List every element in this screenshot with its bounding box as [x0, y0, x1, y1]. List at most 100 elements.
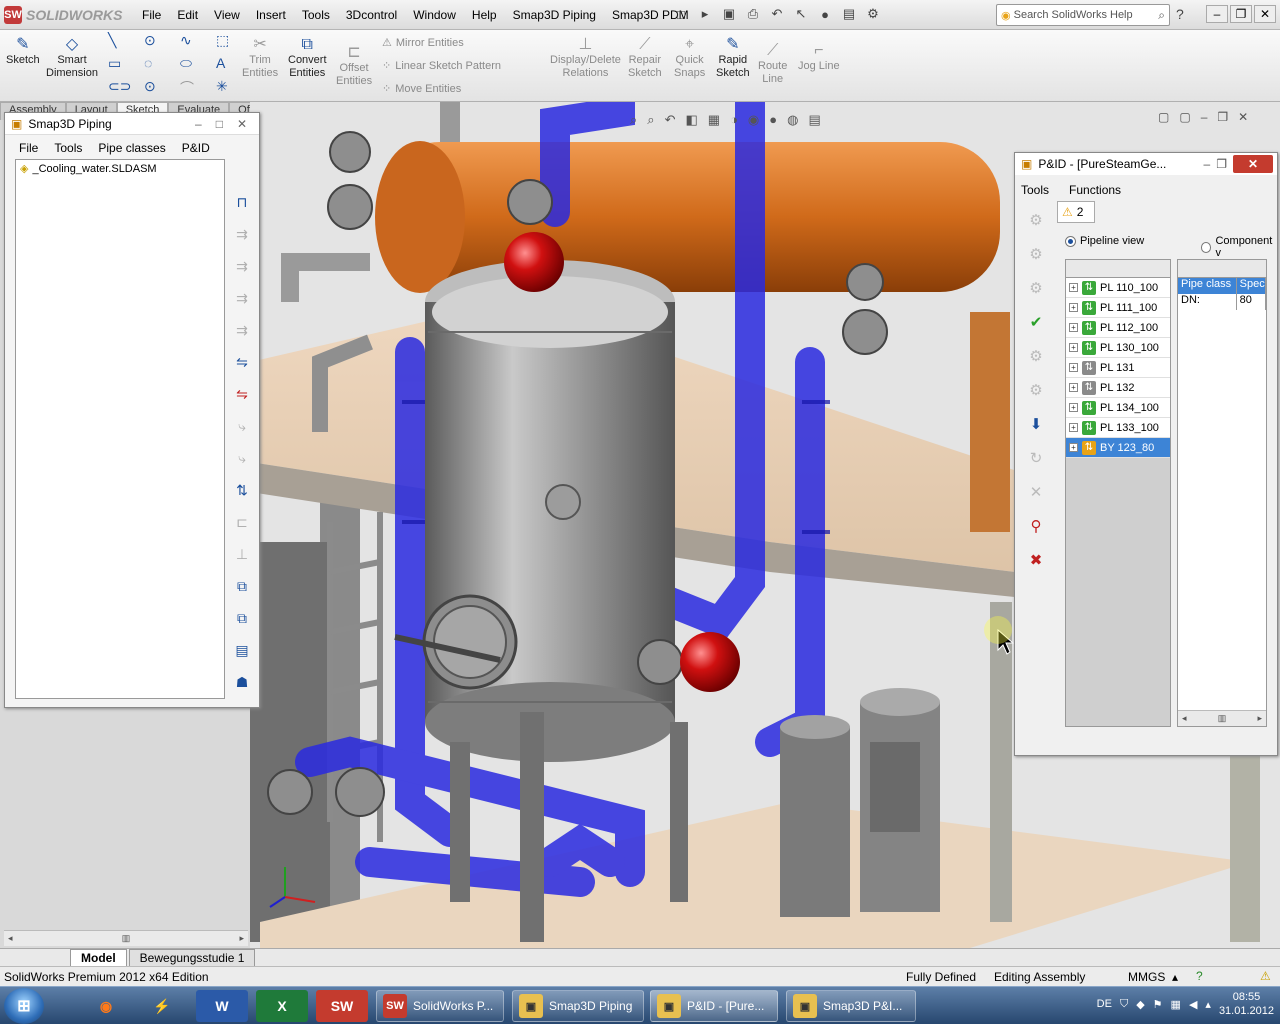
menu-edit[interactable]: Edit: [169, 6, 206, 24]
export-icon[interactable]: ⬇: [1024, 411, 1048, 437]
scroll-right-icon[interactable]: ▸: [1257, 713, 1262, 724]
volume-icon[interactable]: ◀: [1189, 998, 1197, 1011]
zoom-fit-icon[interactable]: ⌕: [630, 112, 637, 128]
tree-scroll-thumb-icon[interactable]: ▥: [122, 933, 131, 944]
notification-icon[interactable]: ⚠: [1260, 969, 1271, 983]
scene-icon[interactable]: ◍: [787, 112, 798, 128]
smap-menu-pipe-classes[interactable]: Pipe classes: [90, 141, 173, 155]
jog-line-button[interactable]: ⌐ Jog Line: [798, 40, 840, 73]
display-delete-relations-button[interactable]: ⊥ Display/Delete Relations: [550, 34, 621, 80]
expand-icon[interactable]: +: [1069, 383, 1078, 392]
start-button[interactable]: ⊞: [4, 988, 44, 1024]
expand-icon[interactable]: +: [1069, 323, 1078, 332]
scroll-thumb-icon[interactable]: ▥: [1218, 713, 1227, 724]
rebuild-help-icon[interactable]: ?: [1196, 969, 1203, 983]
ellipse-icon[interactable]: ⬭: [180, 55, 192, 72]
pipe-tool-10-icon[interactable]: ⊏: [231, 509, 253, 535]
pipeline-item[interactable]: + ⇅ BY 123_80: [1066, 438, 1170, 458]
table-row[interactable]: DN: 80: [1178, 294, 1266, 310]
rapid-sketch-button[interactable]: ✎ Rapid Sketch: [716, 34, 750, 80]
pipe-tool-15-icon[interactable]: ☗: [231, 669, 253, 695]
pid-menu-functions[interactable]: Functions: [1069, 183, 1121, 197]
unlink-icon[interactable]: ✖: [1024, 547, 1048, 573]
pipeline-item[interactable]: + ⇅ PL 134_100: [1066, 398, 1170, 418]
offset-entities-button[interactable]: ⊏ Offset Entities: [336, 42, 372, 88]
tray-expand-icon[interactable]: ▴: [1205, 998, 1211, 1011]
clock[interactable]: 08:55 31.01.2012: [1219, 990, 1274, 1018]
tree-scroll-left-icon[interactable]: ◂: [8, 933, 13, 944]
pipeline-item[interactable]: + ⇅ PL 132: [1066, 378, 1170, 398]
pipe-tool-7-icon[interactable]: ⤷: [231, 413, 253, 439]
close-icon[interactable]: ✕: [1254, 5, 1276, 23]
appearance-icon[interactable]: ●: [769, 112, 777, 128]
expand-icon[interactable]: +: [1069, 343, 1078, 352]
taskbar-solidworks-button[interactable]: SW SolidWorks P...: [376, 990, 504, 1022]
pipe-tool-5-icon[interactable]: ⇋: [231, 349, 253, 375]
smap-maximize-icon[interactable]: □: [216, 117, 223, 131]
menu-tools[interactable]: Tools: [294, 6, 338, 24]
pipeline-view-radio[interactable]: Pipeline view: [1065, 235, 1144, 247]
linear-pattern-button[interactable]: ⁘ Linear Sketch Pattern: [382, 59, 501, 73]
word-icon[interactable]: W: [196, 990, 248, 1022]
viewport-tile-icon[interactable]: ▢: [1158, 110, 1169, 124]
smap-menu-file[interactable]: File: [11, 141, 46, 155]
point-grid-icon[interactable]: ⬚: [216, 32, 229, 49]
pipe-tool-6-icon[interactable]: ⇋: [231, 381, 253, 407]
convert-entities-button[interactable]: ⧉ Convert Entities: [288, 34, 327, 80]
app-pinned-icon[interactable]: ⚡: [136, 990, 188, 1022]
pipeline-item[interactable]: + ⇅ PL 133_100: [1066, 418, 1170, 438]
assembly-tree[interactable]: ◈ _Cooling_water.SLDASM: [15, 159, 225, 699]
circle-icon[interactable]: ⊙: [144, 32, 156, 49]
taskbar-smap-pid-button[interactable]: ▣ Smap3D P&I...: [786, 990, 916, 1022]
pipe-tool-12-icon[interactable]: ⧉: [231, 573, 253, 599]
select-icon[interactable]: ↖: [792, 5, 810, 23]
pid-tool-1-icon[interactable]: ⚙: [1024, 207, 1048, 233]
view-orientation-icon[interactable]: ▦: [708, 112, 720, 128]
scroll-left-icon[interactable]: ◂: [1182, 713, 1187, 724]
network-icon[interactable]: ▦: [1171, 998, 1181, 1011]
quick-snaps-button[interactable]: ⌖ Quick Snaps: [674, 34, 705, 80]
arc-icon[interactable]: ◌: [144, 55, 152, 71]
pid-close-icon[interactable]: ✕: [1233, 155, 1273, 173]
pipe-tool-9-icon[interactable]: ⇅: [231, 477, 253, 503]
search-icon[interactable]: ⌕: [1158, 8, 1165, 23]
pipe-tool-1-icon[interactable]: ⇉: [231, 221, 253, 247]
viewport-minimize-icon[interactable]: –: [1201, 110, 1208, 124]
expand-icon[interactable]: +: [1069, 443, 1078, 452]
pipeline-item[interactable]: + ⇅ PL 131: [1066, 358, 1170, 378]
pid-tool-4-icon[interactable]: ⚙: [1024, 343, 1048, 369]
pipe-tool-8-icon[interactable]: ⤷: [231, 445, 253, 471]
zoom-area-icon[interactable]: ⌕: [647, 112, 654, 128]
restore-icon[interactable]: ❐: [1230, 5, 1252, 23]
pipeline-item[interactable]: + ⇅ PL 110_100: [1066, 278, 1170, 298]
smap-menu-pid[interactable]: P&ID: [174, 141, 218, 155]
traffic-light-icon[interactable]: ●: [816, 5, 834, 23]
print-icon[interactable]: ⎙: [744, 5, 762, 23]
taskbar-smap-piping-button[interactable]: ▣ Smap3D Piping: [512, 990, 644, 1022]
options-icon[interactable]: ⚙: [864, 5, 882, 23]
tree-root[interactable]: ◈ _Cooling_water.SLDASM: [16, 160, 224, 177]
menu-help[interactable]: Help: [464, 6, 505, 24]
smap-minimize-icon[interactable]: –: [195, 117, 202, 131]
pipe-tool-11-icon[interactable]: ⊥: [231, 541, 253, 567]
point-icon[interactable]: ✳: [216, 78, 228, 95]
pipe-tool-2-icon[interactable]: ⇉: [231, 253, 253, 279]
status-units[interactable]: MMGS: [1128, 970, 1165, 984]
pid-tool-6-icon[interactable]: ↻: [1024, 445, 1048, 471]
expand-icon[interactable]: +: [1069, 403, 1078, 412]
menu-file[interactable]: File: [134, 6, 169, 24]
shield-icon[interactable]: ⛉: [1120, 998, 1128, 1011]
menu-insert[interactable]: Insert: [248, 6, 294, 24]
pid-tool-2-icon[interactable]: ⚙: [1024, 241, 1048, 267]
smart-dimension-button[interactable]: ◇ Smart Dimension: [46, 34, 98, 80]
minimize-icon[interactable]: –: [1206, 5, 1228, 23]
expand-icon[interactable]: +: [1069, 363, 1078, 372]
smap-close-icon[interactable]: ✕: [237, 117, 247, 131]
move-entities-button[interactable]: ⁘ Move Entities: [382, 82, 461, 96]
hide-show-icon[interactable]: ◉: [748, 112, 759, 128]
smap-menu-tools[interactable]: Tools: [46, 141, 90, 155]
menu-smap3d-piping[interactable]: Smap3D Piping: [505, 6, 604, 24]
file-properties-icon[interactable]: ▤: [840, 5, 858, 23]
fillet-icon[interactable]: ⌒: [180, 78, 194, 98]
pipe-tool-3-icon[interactable]: ⇉: [231, 285, 253, 311]
